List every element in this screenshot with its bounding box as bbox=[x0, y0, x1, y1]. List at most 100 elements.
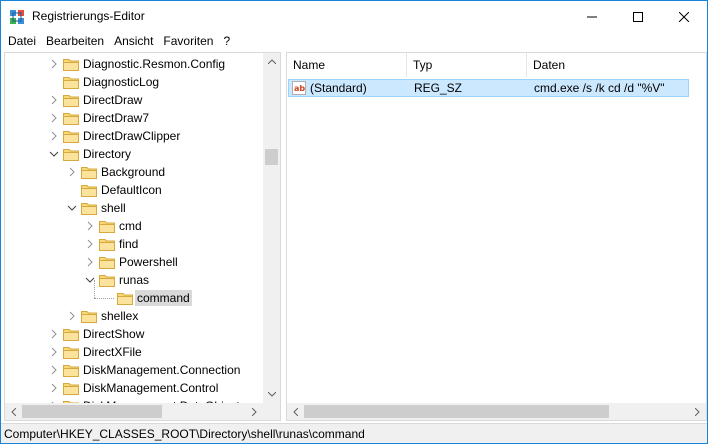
chevron-down-icon[interactable] bbox=[49, 149, 59, 159]
menu-ansicht[interactable]: Ansicht bbox=[109, 32, 158, 51]
tree-item[interactable]: DiagnosticLog bbox=[5, 73, 263, 91]
tree-item-label: DirectShow bbox=[83, 327, 145, 341]
menu-favoriten[interactable]: Favoriten bbox=[158, 32, 218, 51]
chevron-right-icon[interactable] bbox=[85, 239, 95, 249]
tree-item-label: DiagnosticLog bbox=[83, 75, 160, 89]
tree-item-label: DirectDraw bbox=[83, 93, 143, 107]
chevron-down-icon[interactable] bbox=[67, 203, 77, 213]
tree-item[interactable]: Diagnostic.Resmon.Config bbox=[5, 55, 263, 73]
menu-datei[interactable]: Datei bbox=[3, 32, 41, 51]
folder-icon bbox=[63, 329, 79, 341]
registry-editor-icon bbox=[10, 10, 24, 24]
tree-item-label: DiskManagement.Control bbox=[83, 381, 219, 395]
folder-icon bbox=[63, 113, 79, 125]
scroll-right-button[interactable] bbox=[246, 403, 263, 420]
folder-icon bbox=[63, 59, 79, 71]
tree-item[interactable]: DiskManagement.Control bbox=[5, 379, 263, 397]
scroll-down-button[interactable] bbox=[263, 386, 280, 403]
chevron-right-icon[interactable] bbox=[85, 257, 95, 267]
list-horizontal-scrollbar[interactable] bbox=[287, 403, 706, 420]
tree-item[interactable]: cmd bbox=[5, 217, 263, 235]
tree-scroll-thumb[interactable] bbox=[265, 149, 278, 165]
tree-item[interactable]: Background bbox=[5, 163, 263, 181]
tree-item-label: DirectDraw7 bbox=[83, 111, 150, 125]
tree-item[interactable]: runas bbox=[5, 271, 263, 289]
tree-item[interactable]: shell bbox=[5, 199, 263, 217]
tree-item[interactable]: command bbox=[5, 280, 263, 307]
folder-icon bbox=[63, 77, 79, 89]
folder-icon bbox=[63, 149, 79, 161]
tree-item[interactable]: DirectDraw7 bbox=[5, 109, 263, 127]
minimize-button[interactable] bbox=[569, 1, 615, 32]
tree-item-label: find bbox=[119, 237, 139, 251]
tree-item-label: DiskManagement.Connection bbox=[83, 363, 241, 377]
chevron-right-icon[interactable] bbox=[49, 59, 59, 69]
tree-horizontal-scrollbar[interactable] bbox=[5, 403, 280, 420]
chevron-right-icon[interactable] bbox=[49, 383, 59, 393]
chevron-right-icon[interactable] bbox=[67, 167, 77, 177]
menu-help[interactable]: ? bbox=[218, 32, 235, 51]
menu-bearbeiten[interactable]: Bearbeiten bbox=[41, 32, 109, 51]
title-bar[interactable]: Registrierungs-Editor bbox=[1, 1, 707, 32]
scroll-left-button[interactable] bbox=[5, 403, 22, 420]
chevron-left-icon bbox=[293, 407, 298, 416]
folder-icon bbox=[63, 365, 79, 377]
tree-hscroll-thumb[interactable] bbox=[22, 405, 162, 418]
scroll-up-button[interactable] bbox=[263, 53, 280, 70]
tree-item-label: cmd bbox=[119, 219, 142, 233]
column-header-typ[interactable]: Typ bbox=[407, 53, 527, 77]
tree-item-label: shellex bbox=[101, 309, 139, 323]
folder-icon bbox=[81, 167, 97, 179]
close-button[interactable] bbox=[661, 1, 707, 32]
tree-vertical-scrollbar[interactable] bbox=[263, 53, 280, 403]
value-data: cmd.exe /s /k cd /d "%V" bbox=[534, 81, 665, 95]
chevron-right-icon[interactable] bbox=[49, 329, 59, 339]
folder-icon bbox=[81, 311, 97, 323]
chevron-right-icon[interactable] bbox=[49, 95, 59, 105]
list-hscroll-thumb[interactable] bbox=[304, 405, 609, 418]
status-bar: Computer\HKEY_CLASSES_ROOT\Directory\she… bbox=[1, 423, 707, 443]
tree-item[interactable]: DefaultIcon bbox=[5, 181, 263, 199]
tree-connector bbox=[94, 298, 114, 299]
svg-text:ab: ab bbox=[294, 84, 305, 93]
chevron-right-icon[interactable] bbox=[67, 311, 77, 321]
value-name: (Standard) bbox=[310, 81, 367, 95]
list-scroll-left-button[interactable] bbox=[287, 403, 304, 420]
tree-item-label: Powershell bbox=[119, 255, 178, 269]
tree-item[interactable]: DiskManagement.Connection bbox=[5, 361, 263, 379]
folder-icon bbox=[81, 185, 97, 197]
chevron-right-icon[interactable] bbox=[49, 347, 59, 357]
tree-connector bbox=[94, 280, 95, 298]
tree-item[interactable]: Directory bbox=[5, 145, 263, 163]
close-icon bbox=[679, 11, 689, 22]
list-scroll-right-button[interactable] bbox=[689, 403, 706, 420]
values-list-pane[interactable]: Name Typ Daten ab (Standard) REG_SZ cmd.… bbox=[286, 52, 707, 421]
tree-item[interactable]: DirectDraw bbox=[5, 91, 263, 109]
chevron-left-icon bbox=[11, 407, 16, 416]
column-header-name[interactable]: Name bbox=[287, 53, 407, 77]
chevron-right-icon[interactable] bbox=[49, 365, 59, 375]
chevron-right-icon bbox=[695, 407, 700, 416]
minimize-icon bbox=[587, 16, 597, 17]
column-header-daten[interactable]: Daten bbox=[527, 53, 706, 77]
tree-item-label: DirectDrawClipper bbox=[83, 129, 181, 143]
chevron-right-icon[interactable] bbox=[49, 113, 59, 123]
menu-bar: Datei Bearbeiten Ansicht Favoriten ? bbox=[1, 32, 707, 51]
tree-item[interactable]: find bbox=[5, 235, 263, 253]
tree-item[interactable]: DirectShow bbox=[5, 325, 263, 343]
tree-item[interactable]: DirectXFile bbox=[5, 343, 263, 361]
tree-item[interactable]: shellex bbox=[5, 307, 263, 325]
value-type: REG_SZ bbox=[414, 81, 463, 95]
tree-item[interactable]: DirectDrawClipper bbox=[5, 127, 263, 145]
chevron-right-icon[interactable] bbox=[49, 131, 59, 141]
chevron-right-icon[interactable] bbox=[85, 221, 95, 231]
maximize-button[interactable] bbox=[615, 1, 661, 32]
key-tree-pane[interactable]: Diagnostic.Resmon.Config DiagnosticLog Dir… bbox=[4, 52, 281, 421]
folder-icon bbox=[99, 275, 115, 287]
chevron-right-icon bbox=[252, 407, 257, 416]
tree-item-label: shell bbox=[101, 201, 126, 215]
tree-item[interactable]: Powershell bbox=[5, 253, 263, 271]
value-row[interactable]: ab (Standard) REG_SZ cmd.exe /s /k cd /d… bbox=[288, 79, 689, 97]
folder-icon bbox=[99, 257, 115, 269]
tree-item-label: DefaultIcon bbox=[101, 183, 162, 197]
